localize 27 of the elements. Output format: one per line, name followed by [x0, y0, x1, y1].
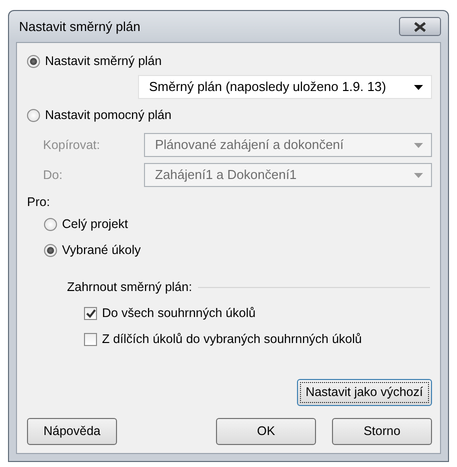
section-label: Pro:	[27, 195, 50, 209]
radio-button[interactable]	[27, 108, 40, 122]
radio-button[interactable]	[27, 54, 40, 68]
radio-label[interactable]: Nastavit směrný plán	[45, 52, 162, 70]
field-label: Kopírovat:	[43, 136, 101, 154]
checkbox-label[interactable]: Z dílčích úkolů do vybraných souhrnných úkolů	[102, 330, 362, 349]
dropdown-arrow-icon	[414, 172, 423, 178]
radio-label[interactable]: Celý projekt	[62, 215, 128, 234]
help-button[interactable]: Nápověda	[27, 418, 117, 445]
radio-label[interactable]: Vybrané úkoly	[62, 241, 141, 260]
cancel-button[interactable]: Storno	[332, 418, 432, 445]
close-icon	[414, 22, 426, 32]
close-button[interactable]	[399, 17, 441, 36]
field-label: Do:	[43, 166, 64, 184]
set-default-button[interactable]: Nastavit jako výchozí	[296, 378, 432, 406]
dropdown-arrow-icon	[414, 142, 423, 148]
checkbox[interactable]	[84, 333, 97, 346]
radio-label[interactable]: Nastavit pomocný plán	[45, 106, 172, 124]
ok-button[interactable]: OK	[216, 418, 316, 445]
radio-button[interactable]	[44, 218, 57, 232]
group-label: Zahrnout směrný plán:	[67, 278, 192, 296]
radio-button[interactable]	[44, 244, 57, 258]
checkbox-label[interactable]: Do všech souhrnných úkolů	[102, 304, 256, 323]
dropdown[interactable]: Směrný plán (naposledy uloženo 1.9. 13)	[138, 75, 432, 99]
checkbox[interactable]	[84, 307, 97, 320]
dropdown-arrow-icon	[414, 84, 423, 90]
window-title: Nastavit směrný plán	[19, 18, 140, 36]
